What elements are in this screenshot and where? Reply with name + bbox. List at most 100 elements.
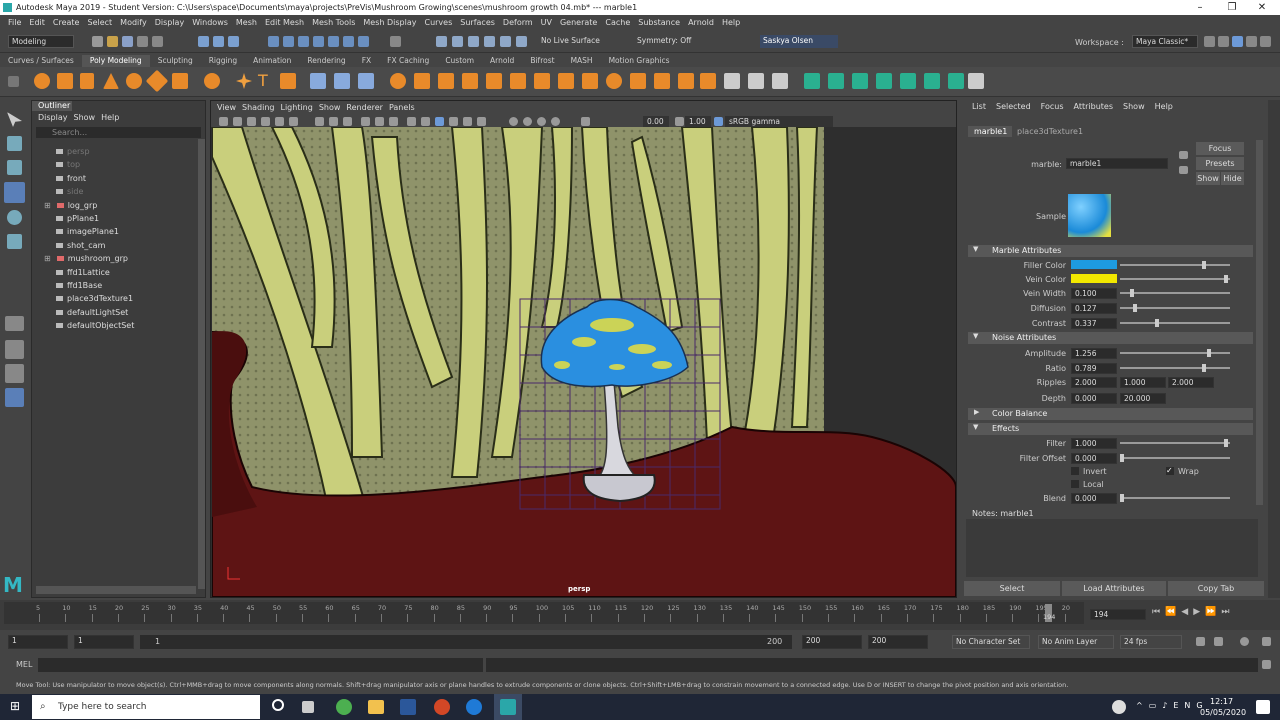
camera-select-icon[interactable] (219, 117, 228, 126)
use-lights-icon[interactable] (449, 117, 458, 126)
filler-color-swatch[interactable] (1071, 260, 1117, 269)
vein-color-swatch[interactable] (1071, 274, 1117, 283)
filler-color-slider[interactable] (1120, 261, 1230, 269)
attr-menu-focus[interactable]: Focus (1041, 102, 1064, 111)
field-chart-icon[interactable] (375, 117, 384, 126)
select-tool-icon[interactable] (7, 112, 22, 127)
outliner-item[interactable]: side (56, 185, 83, 198)
poly-torus-icon[interactable] (126, 73, 142, 89)
viewport-menu-shading[interactable]: Shading (242, 103, 275, 112)
ipr-render-icon[interactable] (468, 36, 479, 47)
snap-point-icon[interactable] (298, 36, 309, 47)
channel-box-toggle-icon[interactable] (1260, 36, 1271, 47)
menu-modify[interactable]: Modify (120, 18, 147, 27)
diffusion-field[interactable]: 0.127 (1071, 303, 1117, 314)
grid-icon[interactable] (315, 117, 324, 126)
ripples-x-field[interactable]: 2.000 (1071, 377, 1117, 388)
select-component-icon[interactable] (228, 36, 239, 47)
filter-field[interactable]: 1.000 (1071, 438, 1117, 449)
shelf-tab-fx[interactable]: FX (354, 55, 379, 67)
image-plane-icon[interactable] (261, 117, 270, 126)
section-effects[interactable]: Effects (968, 423, 1253, 435)
blend-field[interactable]: 0.000 (1071, 493, 1117, 504)
construction-history-icon[interactable] (436, 36, 447, 47)
render-view-icon[interactable] (516, 36, 527, 47)
platonic-solid-icon[interactable] (204, 73, 220, 89)
shelf-tab-sculpting[interactable]: Sculpting (150, 55, 201, 67)
diffusion-slider[interactable] (1120, 304, 1230, 312)
outliner-hscrollbar[interactable] (36, 586, 196, 594)
poly-disc-icon[interactable] (172, 73, 188, 89)
copy-tab-button[interactable]: Copy Tab (1168, 581, 1264, 596)
shadows-icon[interactable] (463, 117, 472, 126)
menu-cache[interactable]: Cache (605, 18, 630, 27)
viewport-menu-view[interactable]: View (217, 103, 236, 112)
cortana-icon[interactable] (272, 699, 284, 711)
wedge-icon[interactable] (700, 73, 716, 89)
target-weld-icon[interactable] (630, 73, 646, 89)
shelf-tab-rendering[interactable]: Rendering (299, 55, 353, 67)
insert-edge-loop-icon[interactable] (558, 73, 574, 89)
menu-mesh-tools[interactable]: Mesh Tools (312, 18, 355, 27)
load-attributes-button[interactable]: Load Attributes (1062, 581, 1166, 596)
outliner-item[interactable]: ffd1Base (56, 279, 102, 292)
workspace-dropdown[interactable]: Maya Classic* (1132, 35, 1198, 48)
menu-substance[interactable]: Substance (638, 18, 680, 27)
powerpoint-icon[interactable] (434, 699, 450, 715)
separate-icon[interactable] (334, 73, 350, 89)
ambient-occlusion-icon[interactable] (477, 117, 486, 126)
section-marble-attributes[interactable]: Marble Attributes (968, 245, 1253, 257)
undo-icon[interactable] (137, 36, 148, 47)
textured-icon[interactable] (435, 117, 444, 126)
filter-slider[interactable] (1120, 439, 1230, 447)
menu-display[interactable]: Display (155, 18, 185, 27)
cut-uv-icon[interactable] (968, 73, 984, 89)
film-gate-icon[interactable] (329, 117, 338, 126)
edge-icon[interactable] (466, 699, 482, 715)
live-surface-field[interactable]: No Live Surface (538, 35, 624, 48)
outliner-item[interactable]: defaultLightSet (56, 306, 128, 319)
attr-menu-selected[interactable]: Selected (996, 102, 1031, 111)
poly-cone-icon[interactable] (103, 73, 119, 89)
current-frame-field[interactable]: 194 (1090, 609, 1146, 620)
select-hierarchy-icon[interactable] (198, 36, 209, 47)
section-noise-attributes[interactable]: Noise Attributes (968, 332, 1253, 344)
collapse-arrow-icon[interactable]: ▼ (973, 332, 978, 340)
notes-textarea[interactable] (966, 519, 1258, 577)
snap-view-icon[interactable] (343, 36, 354, 47)
outliner-item[interactable]: top (56, 158, 80, 171)
input-connection-icon[interactable] (1179, 151, 1188, 159)
xray-components-icon[interactable] (551, 117, 560, 126)
snap-curve-icon[interactable] (283, 36, 294, 47)
notifications-icon[interactable] (1256, 700, 1270, 714)
shelf-tab-mash[interactable]: MASH (563, 55, 601, 67)
word-icon[interactable] (400, 699, 416, 715)
collapse-icon[interactable] (654, 73, 670, 89)
gate-mask-icon[interactable] (361, 117, 370, 126)
shelf-tab-custom[interactable]: Custom (437, 55, 482, 67)
expand-arrow-icon[interactable]: ▶ (974, 408, 979, 416)
exposure-field[interactable]: 0.00 (643, 116, 669, 127)
new-scene-icon[interactable] (92, 36, 103, 47)
mel-input[interactable] (38, 658, 483, 672)
outliner-menu-display[interactable]: Display (38, 113, 68, 122)
menu-deform[interactable]: Deform (503, 18, 533, 27)
smooth-icon[interactable] (358, 73, 374, 89)
shelf-tab-curves-surfaces[interactable]: Curves / Surfaces (0, 55, 82, 67)
edit-normals-icon[interactable] (724, 73, 740, 89)
wrap-checkbox[interactable]: ✓ (1166, 467, 1174, 475)
shelf-tab-animation[interactable]: Animation (245, 55, 299, 67)
super-shape-icon[interactable] (236, 73, 252, 89)
node-name-field[interactable]: marble1 (1066, 158, 1168, 169)
system-tray-icons[interactable]: ^▭♪ENG (1136, 701, 1209, 710)
contrast-slider[interactable] (1120, 319, 1230, 327)
viewport-menu-renderer[interactable]: Renderer (346, 103, 383, 112)
collapse-arrow-icon[interactable]: ▼ (973, 423, 978, 431)
cylindrical-map-icon[interactable] (852, 73, 868, 89)
shelf-tab-motion-graphics[interactable]: Motion Graphics (601, 55, 678, 67)
shelf-tab-arnold[interactable]: Arnold (482, 55, 522, 67)
marble-sample-swatch[interactable] (1068, 194, 1111, 237)
vein-width-slider[interactable] (1120, 289, 1230, 297)
menu-arnold[interactable]: Arnold (688, 18, 714, 27)
playback-end-field[interactable]: 200 (802, 635, 862, 649)
